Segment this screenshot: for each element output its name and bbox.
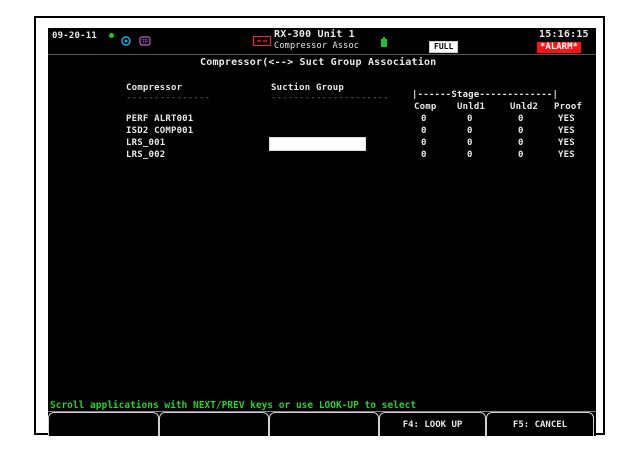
row-unld2-value: 0 [518, 138, 524, 148]
suction-group-input[interactable] [269, 137, 366, 151]
alarm-badge[interactable]: *ALARM* [537, 42, 581, 53]
status-dot-icon [109, 33, 114, 38]
f4-look-up-button[interactable]: F4: LOOK UP [379, 412, 486, 436]
column-header-unld1: Unld1 [457, 102, 486, 112]
f2-key[interactable] [159, 412, 269, 436]
controller-icon [253, 31, 271, 50]
f1-key[interactable] [48, 412, 159, 436]
row-unld1-value: 0 [467, 150, 473, 160]
column-header-compressor: Compressor [126, 83, 183, 93]
row-comp-value: 0 [421, 150, 427, 160]
device-icon: TR [139, 31, 151, 50]
row-proof-value: YES [558, 150, 575, 160]
row-unld1-value: 0 [467, 114, 473, 124]
row-comp-value: 0 [421, 138, 427, 148]
row-unld2-value: 0 [518, 126, 524, 136]
row-compressor-name: ISD2 COMP001 [126, 126, 194, 136]
full-badge: FULL [429, 41, 459, 53]
bottom-bar: Scroll applications with NEXT/PREV keys … [48, 400, 596, 436]
row-comp-value: 0 [421, 126, 427, 136]
battery-icon [380, 32, 388, 51]
column-header-suction-group: Suction Group [271, 83, 345, 93]
row-unld1-value: 0 [467, 126, 473, 136]
row-proof-value: YES [558, 138, 575, 148]
suction-underline: --------------------- [271, 93, 389, 103]
status-message: Scroll applications with NEXT/PREV keys … [50, 400, 417, 411]
controller-screen: 09-20-11 TR RX-300 Unit 1 Compressor Ass… [48, 28, 596, 436]
screen-name: Compressor Assoc [274, 41, 360, 51]
svg-text:TR: TR [141, 39, 149, 45]
f3-key[interactable] [269, 412, 379, 436]
header-divider [48, 54, 596, 55]
compressor-underline: --------------- [126, 93, 211, 103]
clock-time: 15:16:15 [539, 29, 589, 40]
column-header-proof: Proof [554, 102, 583, 112]
page-title: Compressor(<--> Suct Group Association [200, 57, 437, 68]
row-unld2-value: 0 [518, 150, 524, 160]
f5-cancel-button[interactable]: F5: CANCEL [486, 412, 594, 436]
row-unld1-value: 0 [467, 138, 473, 148]
row-compressor-name: LRS_002 [126, 150, 166, 160]
row-unld2-value: 0 [518, 114, 524, 124]
row-comp-value: 0 [421, 114, 427, 124]
network-icon [120, 31, 132, 50]
header-date: 09-20-11 [52, 31, 97, 41]
row-compressor-name: PERF ALRT001 [126, 114, 194, 124]
row-proof-value: YES [558, 126, 575, 136]
row-compressor-name: LRS_001 [126, 138, 166, 148]
row-proof-value: YES [558, 114, 575, 124]
column-header-comp: Comp [414, 102, 437, 112]
stage-header: |------Stage-------------| [412, 90, 559, 100]
column-header-unld2: Unld2 [510, 102, 539, 112]
unit-name: RX-300 Unit 1 [274, 29, 355, 40]
